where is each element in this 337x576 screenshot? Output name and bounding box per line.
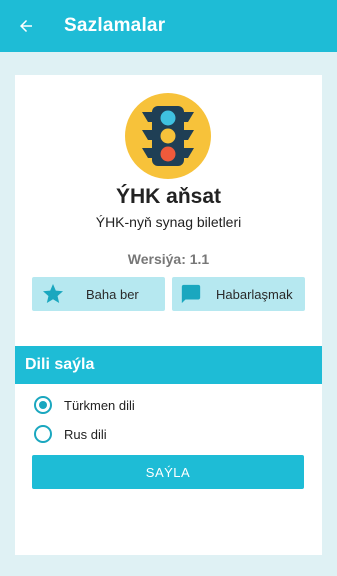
language-option-label: Türkmen dili bbox=[64, 397, 135, 413]
traffic-light-icon bbox=[142, 106, 194, 166]
rate-button[interactable]: Baha ber bbox=[32, 277, 165, 311]
contact-button-label: Habarlaşmak bbox=[216, 286, 293, 302]
star-icon bbox=[40, 281, 66, 307]
app-logo bbox=[125, 93, 211, 179]
arrow-back-icon bbox=[20, 20, 32, 32]
language-option-russian[interactable]: Rus dili bbox=[34, 423, 107, 445]
page-title: Sazlamalar bbox=[64, 15, 166, 36]
radio-unchecked-icon[interactable] bbox=[34, 425, 52, 443]
language-option-label: Rus dili bbox=[64, 426, 107, 442]
app-bar: Sazlamalar bbox=[0, 0, 337, 52]
chat-icon bbox=[178, 281, 204, 307]
select-language-button-label: SAÝLA bbox=[145, 464, 191, 480]
app-name: ÝHK aňsat bbox=[115, 185, 222, 208]
language-section-header: Dili saýla bbox=[15, 346, 322, 384]
rate-button-label: Baha ber bbox=[86, 286, 139, 302]
settings-card: ÝHK aňsat ÝHK-nyň synag biletleri Wersiý… bbox=[15, 75, 322, 555]
app-version: Wersiýa: 1.1 bbox=[127, 251, 210, 267]
radio-checked-icon[interactable] bbox=[34, 396, 52, 414]
app-subtitle: ÝHK-nyň synag biletleri bbox=[95, 214, 242, 230]
select-language-button[interactable]: SAÝLA bbox=[32, 455, 304, 489]
contact-button[interactable]: Habarlaşmak bbox=[172, 277, 305, 311]
back-button[interactable] bbox=[14, 14, 38, 38]
language-option-turkmen[interactable]: Türkmen dili bbox=[34, 394, 135, 416]
language-section-title: Dili saýla bbox=[25, 356, 95, 373]
